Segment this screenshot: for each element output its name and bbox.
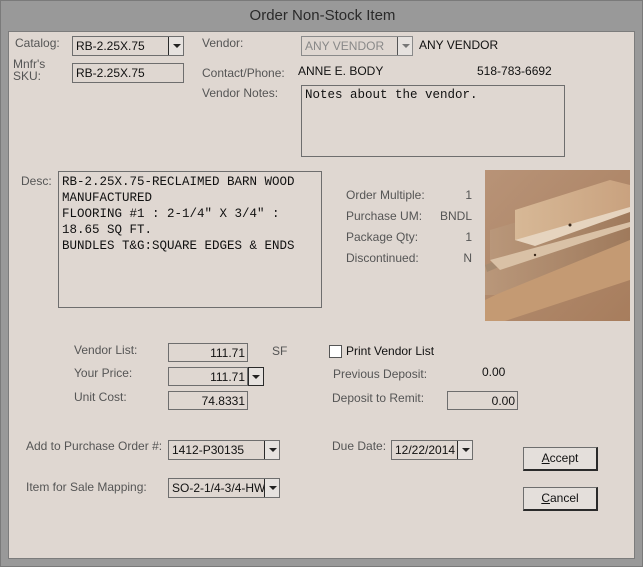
purchase-order-value: 1412-P30135 (172, 443, 245, 457)
catalog-label: Catalog: (15, 36, 60, 50)
print-vendor-list-label[interactable]: Print Vendor List (346, 344, 434, 358)
catalog-dropdown-icon[interactable] (168, 37, 183, 55)
order-multiple-label: Order Multiple: (346, 188, 425, 202)
previous-deposit-label: Previous Deposit: (333, 367, 428, 381)
desc-label: Desc: (21, 174, 52, 188)
vendor-notes-label: Vendor Notes: (202, 86, 279, 100)
package-qty-value: 1 (465, 230, 472, 244)
deposit-to-remit-field[interactable]: 0.00 (447, 391, 518, 410)
catalog-value: RB-2.25X.75 (76, 39, 145, 53)
your-price-dropdown-icon[interactable] (248, 367, 264, 386)
deposit-to-remit-label: Deposit to Remit: (332, 391, 425, 405)
due-date-value: 12/22/2014 (395, 443, 456, 457)
purchase-order-dropdown-icon[interactable] (264, 441, 279, 459)
due-date-picker[interactable]: 12/22/2014 (391, 440, 473, 460)
dialog-client-area: Catalog: RB-2.25X.75 Mnfr's SKU: RB-2.25… (8, 31, 635, 559)
unit-label: SF (272, 344, 288, 358)
purchase-order-combo[interactable]: 1412-P30135 (168, 440, 280, 460)
wood-flooring-photo-icon (485, 170, 630, 321)
accept-mnemonic: A (541, 451, 550, 465)
sale-mapping-combo[interactable]: SO-2-1/4-3/4-HW (168, 478, 280, 498)
print-vendor-list-checkbox[interactable] (329, 345, 342, 358)
vendor-label: Vendor: (202, 36, 244, 50)
sku-label-line2: SKU: (13, 69, 42, 83)
vendor-combo[interactable]: ANY VENDOR (301, 36, 413, 56)
window-title: Order Non-Stock Item (249, 7, 396, 24)
purchase-um-value: BNDL (439, 209, 472, 223)
sale-mapping-value: SO-2-1/4-3/4-HW (172, 481, 266, 495)
vendor-list-label: Vendor List: (74, 343, 138, 357)
purchase-order-label: Add to Purchase Order #: (26, 439, 163, 453)
sku-field[interactable]: RB-2.25X.75 (72, 63, 184, 83)
vendor-value: ANY VENDOR (305, 39, 385, 53)
previous-deposit-value: 0.00 (482, 365, 506, 379)
purchase-um-label: Purchase UM: (346, 209, 423, 223)
vendor-name: ANY VENDOR (419, 38, 499, 52)
order-multiple-value: 1 (465, 188, 472, 202)
cancel-label: ancel (549, 491, 579, 505)
vendor-notes-textarea[interactable]: Notes about the vendor. (301, 85, 565, 157)
sku-label: Mnfr's SKU: (13, 58, 45, 82)
cancel-mnemonic: C (541, 491, 550, 505)
calendar-dropdown-icon[interactable] (457, 441, 472, 459)
vendor-dropdown-icon[interactable] (397, 37, 412, 55)
discontinued-label: Discontinued: (346, 251, 419, 265)
contact-phone-label: Contact/Phone: (202, 66, 285, 80)
accept-button[interactable]: Accept (523, 447, 598, 471)
vendor-phone: 518-783-6692 (477, 64, 552, 78)
sale-mapping-label: Item for Sale Mapping: (26, 480, 147, 494)
unit-cost-field[interactable]: 74.8331 (168, 391, 248, 410)
catalog-combo[interactable]: RB-2.25X.75 (72, 36, 184, 56)
your-price-label: Your Price: (74, 366, 133, 380)
unit-cost-label: Unit Cost: (74, 390, 127, 404)
package-qty-label: Package Qty: (346, 230, 419, 244)
contact-name: ANNE E. BODY (298, 64, 384, 78)
description-textarea[interactable]: RB-2.25X.75-RECLAIMED BARN WOOD MANUFACT… (58, 171, 322, 308)
discontinued-value: N (463, 251, 472, 265)
your-price-field[interactable]: 111.71 (168, 367, 248, 386)
vendor-list-field[interactable]: 111.71 (168, 343, 248, 362)
cancel-button[interactable]: Cancel (523, 487, 598, 511)
due-date-label: Due Date: (332, 439, 387, 453)
accept-label: ccept (549, 451, 579, 465)
sale-mapping-dropdown-icon[interactable] (264, 479, 279, 497)
